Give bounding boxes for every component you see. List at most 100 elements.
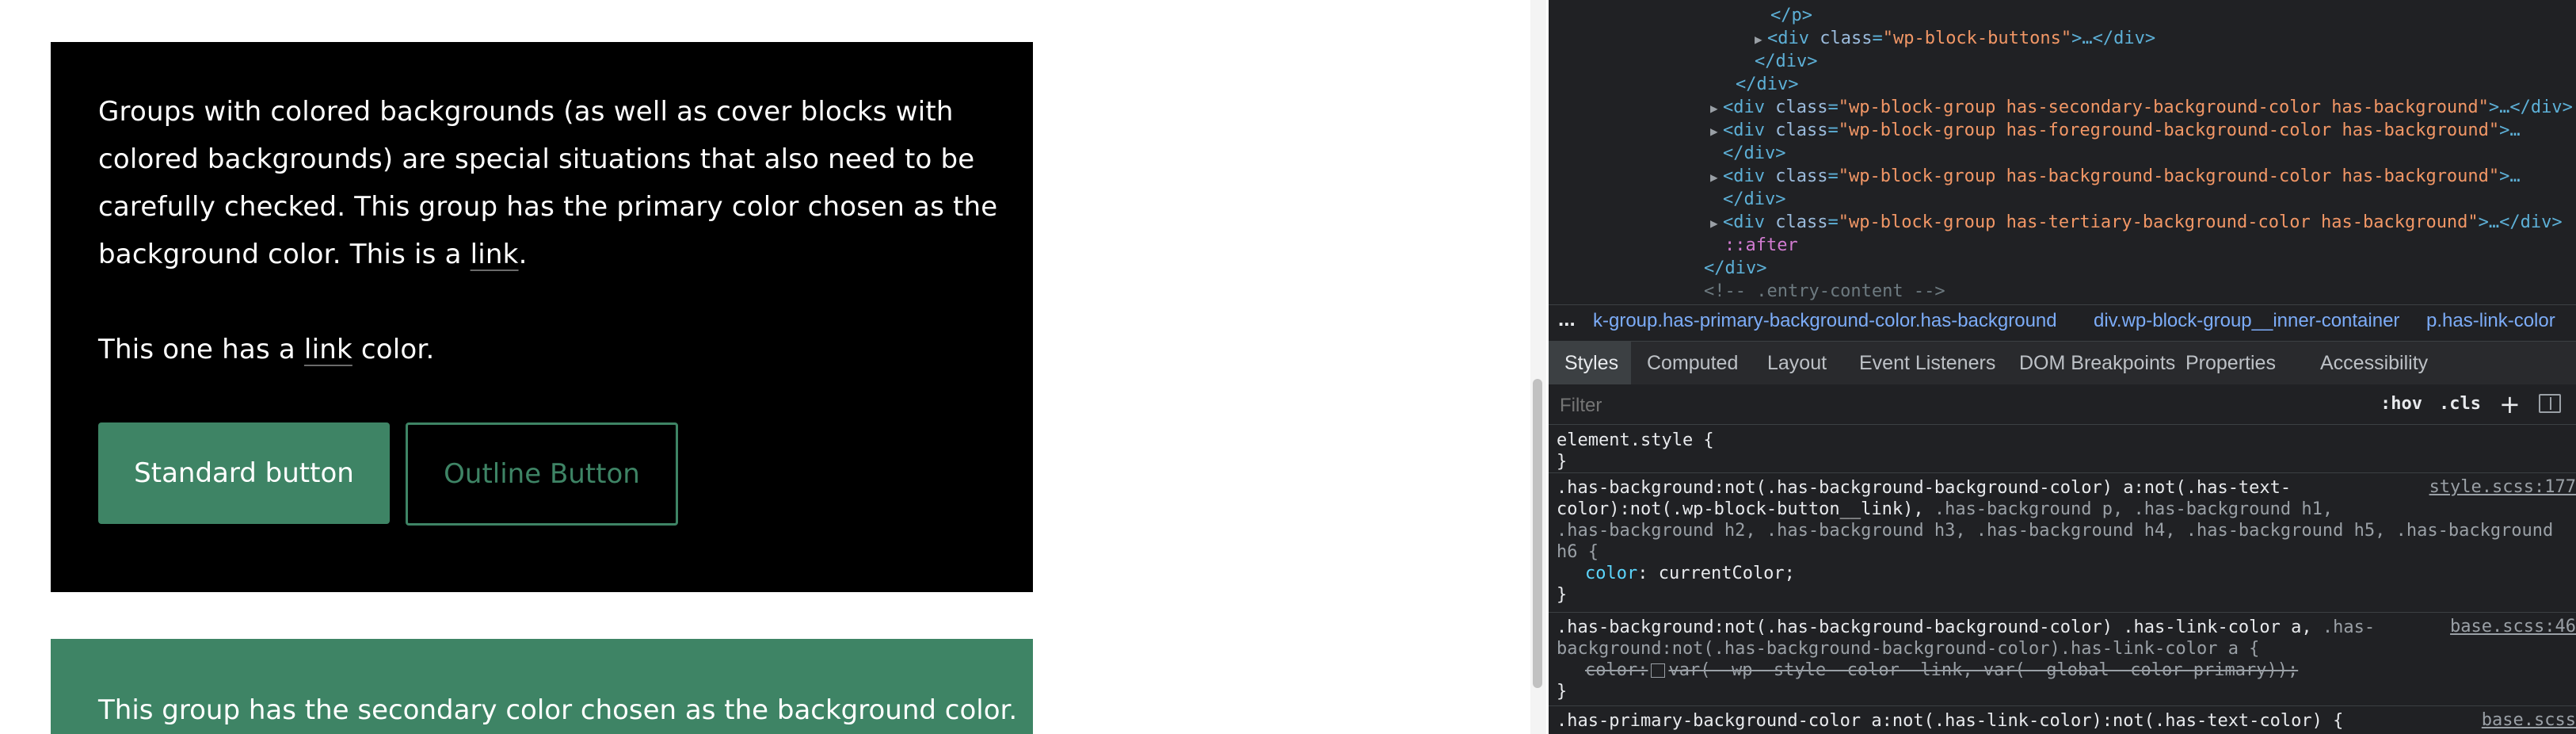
dom-node[interactable]: ▶ <div class="wp-block-buttons">…</div> (1755, 28, 2155, 50)
rule-selector[interactable]: h6 { (1557, 541, 1599, 563)
attr-value: "wp-block-group has-secondary-background… (1838, 97, 2489, 117)
class-toggle[interactable]: .cls (2439, 394, 2481, 414)
css-rule: style.scss:177 .has-background:not(.has-… (1549, 474, 2576, 613)
equals: = (1827, 212, 1839, 232)
breadcrumb-item[interactable]: p.has-link-color (2426, 310, 2555, 332)
devtools-subtabs: Styles Computed Layout Event Listeners D… (1549, 341, 2576, 385)
css-property: color: (1585, 660, 1648, 680)
hover-state-toggle[interactable]: :hov (2380, 394, 2422, 414)
tab-properties[interactable]: Properties (2185, 352, 2276, 375)
dom-node[interactable]: ▶ <div class="wp-block-group has-secondar… (1710, 97, 2573, 119)
rule-selector[interactable]: color):not(.wp-block-button__link), .has… (1557, 499, 2333, 520)
rule-close: } (1557, 452, 1568, 472)
closing-tag: </div> (1704, 258, 1767, 278)
rule-source-link[interactable]: style.scss:177 (2429, 477, 2576, 497)
rule-selector[interactable]: .has-background:not(.has-background-back… (1557, 617, 2375, 638)
standard-button[interactable]: Standard button (98, 422, 390, 524)
tab-computed[interactable]: Computed (1647, 352, 1738, 375)
tab-styles[interactable]: Styles (1564, 352, 1618, 375)
sidebar-toggle-icon[interactable] (2539, 394, 2561, 413)
tag-open: <div (1723, 97, 1776, 117)
page-preview: Groups with colored backgrounds (as well… (0, 0, 1530, 734)
tab-layout[interactable]: Layout (1767, 352, 1827, 375)
selector-match: .has-background:not(.has-background-back… (1557, 617, 2323, 637)
dom-node[interactable]: <!-- .entry-content --> (1704, 281, 1945, 303)
dom-node[interactable]: ▶ <div class="wp-block-group has-tertiary… (1710, 212, 2563, 234)
css-rule: base.scss:46 .has-background:not(.has-ba… (1549, 614, 2576, 706)
breadcrumb-overflow[interactable]: ... (1558, 307, 1576, 331)
css-declaration-overridden[interactable]: color: var(--wp--style--color--link, var(… (1585, 659, 2298, 681)
attr-name: class (1775, 120, 1828, 140)
equals: = (1827, 166, 1839, 186)
inline-link[interactable]: link (471, 239, 519, 270)
new-rule-plus-icon[interactable]: + (2499, 389, 2521, 419)
group-paragraph-2: This one has a link color. (98, 326, 434, 373)
elements-tree: </p> ▶ <div class="wp-block-buttons">…</d… (1549, 0, 2576, 301)
breadcrumb-item[interactable]: div.wp-block-group__inner-container (2094, 310, 2399, 332)
tag-open: <div (1723, 120, 1776, 140)
css-rule: base.scss .has-primary-background-color … (1549, 707, 2576, 734)
selector-nomatch: .has- (2322, 617, 2376, 637)
rule-selector[interactable]: background:not(.has-background-backgroun… (1557, 638, 2259, 659)
css-value: var(--wp--style--color--link, var(--glob… (1668, 660, 2299, 680)
attr-name: class (1820, 29, 1873, 48)
rule-source-link[interactable]: base.scss:46 (2450, 617, 2576, 637)
color-swatch-icon[interactable] (1651, 663, 1666, 678)
tag-rest: >…</div> (2488, 97, 2573, 117)
dom-node[interactable]: </div> (1736, 74, 1798, 96)
expand-triangle-icon[interactable]: ▶ (1755, 29, 1767, 51)
dom-node[interactable]: ▶ <div class="wp-block-group has-foregrou… (1710, 120, 2521, 142)
rule-selector[interactable]: element.style { (1557, 430, 1714, 451)
rule-selector[interactable]: .has-primary-background-color a:not(.has… (1557, 710, 2343, 732)
outline-button[interactable]: Outline Button (406, 422, 678, 526)
breadcrumb-item[interactable]: k-group.has-primary-background-color.has… (1593, 310, 2057, 332)
colored-link[interactable]: link (304, 334, 352, 365)
attr-value: "wp-block-group has-foreground-backgroun… (1838, 120, 2500, 140)
expand-triangle-icon[interactable]: ▶ (1710, 120, 1723, 143)
equals: = (1827, 120, 1839, 140)
tag-rest: >… (2499, 166, 2521, 186)
dom-node[interactable]: </p> (1770, 5, 1812, 27)
paragraph-text: Groups with colored backgrounds (as well… (98, 96, 998, 270)
dom-node[interactable]: ▶ <div class="wp-block-group has-backgrou… (1710, 166, 2521, 188)
paragraph-text-end: . (518, 239, 528, 270)
expand-triangle-icon[interactable]: ▶ (1710, 166, 1723, 189)
group-paragraph-1: Groups with colored backgrounds (as well… (98, 88, 1001, 278)
css-declaration[interactable]: color: currentColor; (1585, 563, 1795, 584)
equals: = (1872, 29, 1883, 48)
primary-color-group: Groups with colored backgrounds (as well… (51, 42, 1033, 592)
dom-node[interactable]: </div> (1723, 143, 1785, 165)
paragraph-text: This one has a (98, 334, 304, 365)
dom-node[interactable]: </div> (1723, 189, 1785, 211)
rule-selector[interactable]: .has-background:not(.has-background-back… (1557, 477, 2291, 499)
attr-value: "wp-block-group has-tertiary-background-… (1838, 212, 2479, 232)
expand-triangle-icon[interactable]: ▶ (1710, 212, 1723, 235)
tag-rest: >…</div> (2071, 29, 2156, 48)
attr-name: class (1775, 212, 1828, 232)
pseudo-element: ::after (1724, 235, 1798, 255)
closing-tag: </div> (1755, 52, 1818, 71)
attr-value: "wp-block-buttons" (1882, 29, 2072, 48)
tab-event-listeners[interactable]: Event Listeners (1859, 352, 1995, 375)
expand-triangle-icon[interactable]: ▶ (1710, 97, 1723, 120)
group-paragraph: This group has the secondary color chose… (98, 694, 1018, 726)
attr-name: class (1775, 97, 1828, 117)
tab-accessibility[interactable]: Accessibility (2320, 352, 2428, 375)
closing-tag: </div> (1736, 75, 1799, 94)
rule-source-link[interactable]: base.scss (2482, 710, 2576, 730)
devtools-panel: </p> ▶ <div class="wp-block-buttons">…</d… (1549, 0, 2576, 734)
tab-dom-breakpoints[interactable]: DOM Breakpoints (2019, 352, 2175, 375)
comment-node: <!-- .entry-content --> (1704, 281, 1945, 301)
rule-selector[interactable]: .has-background h2, .has-background h3, … (1557, 520, 2553, 541)
preview-scrollbar-thumb[interactable] (1533, 379, 1542, 688)
styles-pane: element.style { } style.scss:177 .has-ba… (1549, 425, 2576, 734)
rule-close: } (1557, 585, 1568, 605)
closing-tag: </div> (1723, 189, 1786, 209)
styles-filter-bar: :hov .cls + (1549, 384, 2576, 425)
element-style-rule: element.style { } (1549, 425, 2576, 473)
filter-input[interactable] (1558, 394, 2274, 418)
dom-node[interactable]: ::after (1724, 235, 1798, 257)
css-property: color (1585, 564, 1638, 583)
dom-node[interactable]: </div> (1704, 258, 1766, 280)
dom-node[interactable]: </div> (1755, 51, 1817, 73)
